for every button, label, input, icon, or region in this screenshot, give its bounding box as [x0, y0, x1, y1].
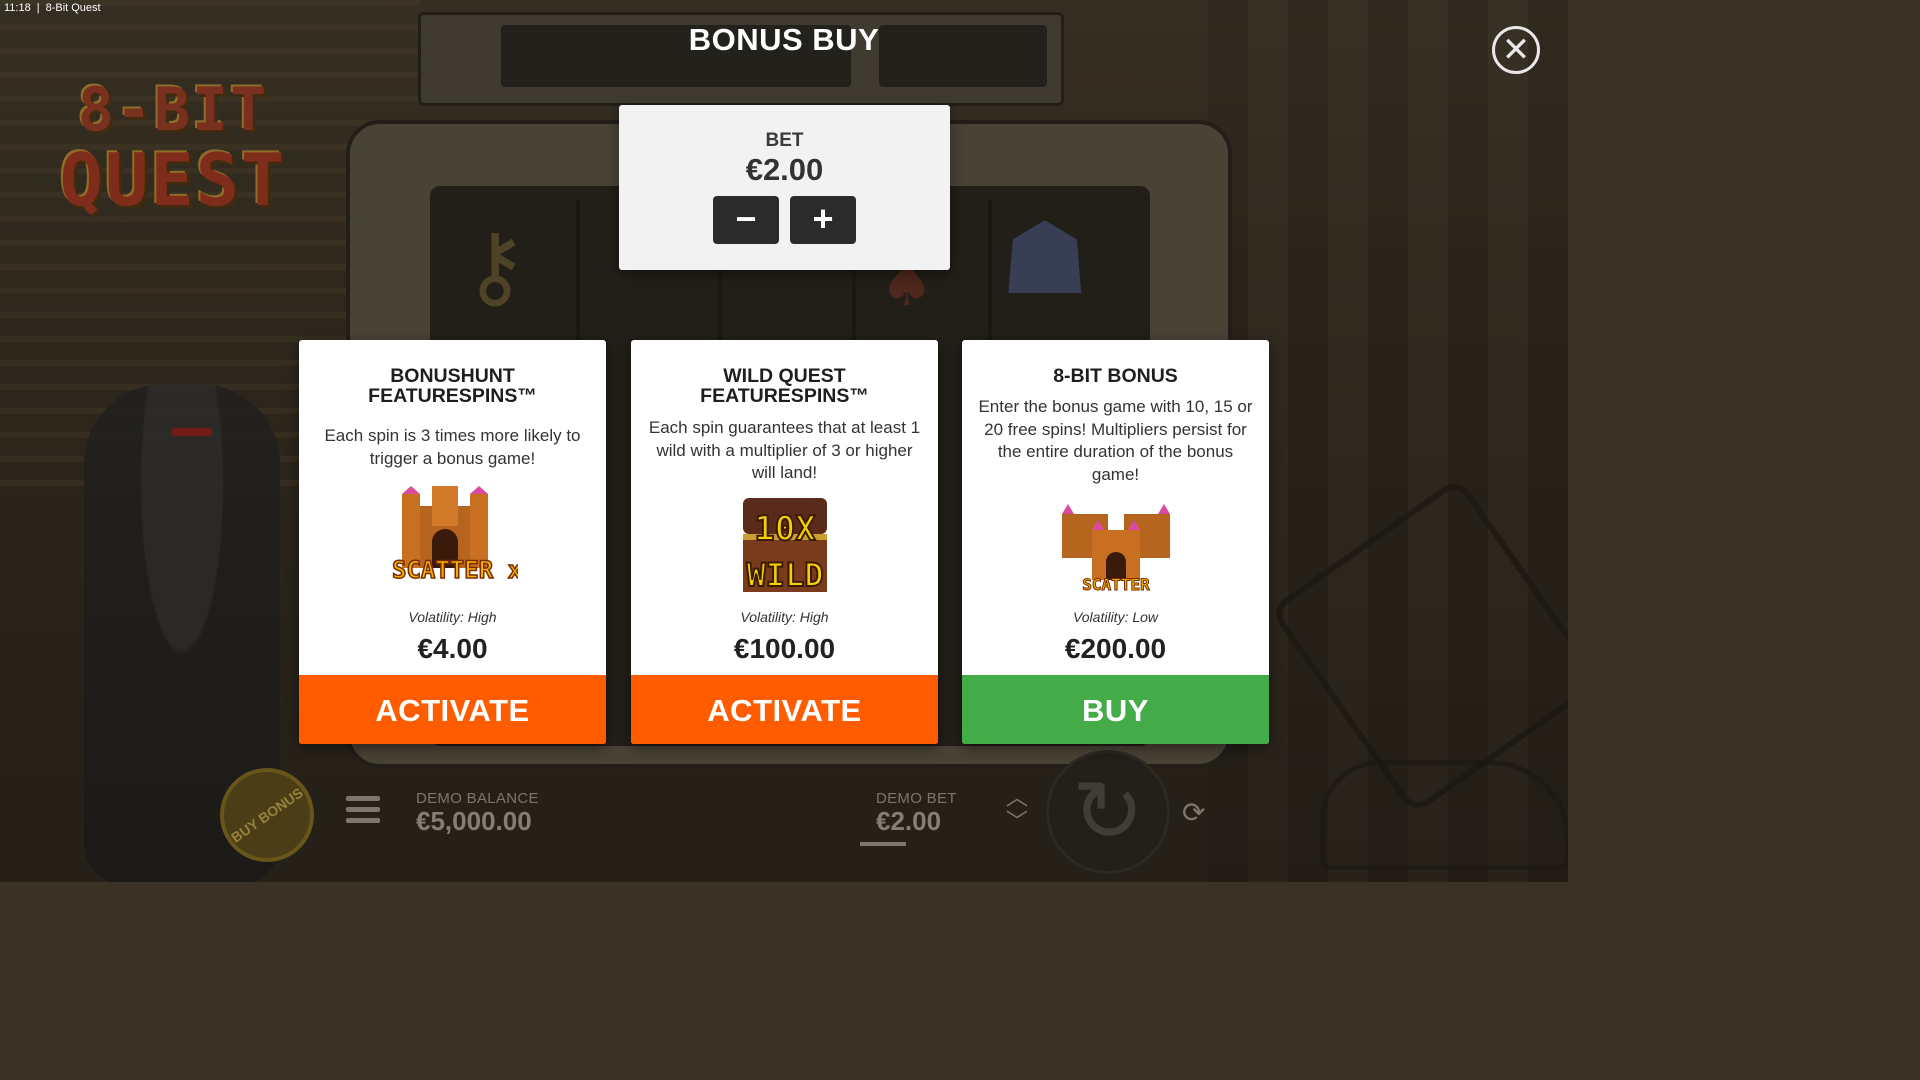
scatter-art-text: SCATTER x3: [392, 556, 518, 584]
card-description: Each spin is 3 times more likely to trig…: [324, 426, 581, 468]
status-separator: |: [36, 2, 40, 14]
card-title: WILD QUEST FEATURESPINS™: [631, 366, 938, 406]
card-title-line2: FEATURESPINS™: [368, 385, 537, 407]
wild-10x-icon: 10X WILD: [742, 498, 827, 595]
close-icon: ✕: [1501, 31, 1531, 69]
card-price: €200.00: [1064, 633, 1167, 664]
bet-panel: BET €2.00 − +: [619, 105, 950, 270]
card-description: Enter the bonus game with 10, 15 or 20 f…: [978, 397, 1253, 484]
scatter-x3-icon: SCATTER x3: [391, 486, 518, 585]
card-price: €100.00: [733, 633, 836, 664]
status-time: 11:18: [4, 2, 31, 14]
bonus-card-8bit-bonus: 8-BIT BONUS Enter the bonus game with 10…: [962, 340, 1269, 744]
card-title: 8-BIT BONUS: [1053, 365, 1178, 387]
triple-scatter-icon: SCATTER: [1061, 504, 1170, 594]
bonus-card-wild-quest: WILD QUEST FEATURESPINS™ Each spin guara…: [631, 340, 938, 744]
card-title-line1: WILD QUEST: [723, 365, 846, 387]
bet-increase-button[interactable]: +: [790, 196, 856, 244]
card-title: BONUSHUNT FEATURESPINS™: [299, 366, 606, 406]
card-volatility: Volatility: High: [408, 609, 497, 625]
wild-art-top: 10X: [754, 509, 816, 549]
status-bar: 11:18 | 8-Bit Quest: [0, 0, 111, 16]
bet-value: €2.00: [745, 152, 824, 187]
card-price: €4.00: [417, 633, 488, 664]
card-volatility: Volatility: Low: [1072, 609, 1159, 625]
card-title-line1: BONUSHUNT: [390, 365, 515, 387]
scatter-art-text: SCATTER: [1082, 575, 1150, 594]
bet-decrease-button[interactable]: −: [713, 196, 779, 244]
buy-button[interactable]: BUY: [962, 675, 1269, 744]
card-description: Each spin guarantees that at least 1 wil…: [648, 418, 921, 482]
activate-button[interactable]: ACTIVATE: [631, 675, 938, 744]
bet-label: BET: [765, 130, 804, 151]
status-app-title: 8-Bit Quest: [45, 2, 101, 14]
activate-button[interactable]: ACTIVATE: [299, 675, 606, 744]
close-button[interactable]: ✕: [1492, 26, 1540, 74]
card-volatility: Volatility: High: [740, 609, 829, 625]
bonus-card-bonushunt: BONUSHUNT FEATURESPINS™ Each spin is 3 t…: [299, 340, 606, 744]
card-title-line2: FEATURESPINS™: [700, 385, 869, 407]
wild-art-bottom: WILD: [746, 556, 823, 594]
modal-title: BONUS BUY: [688, 22, 880, 57]
